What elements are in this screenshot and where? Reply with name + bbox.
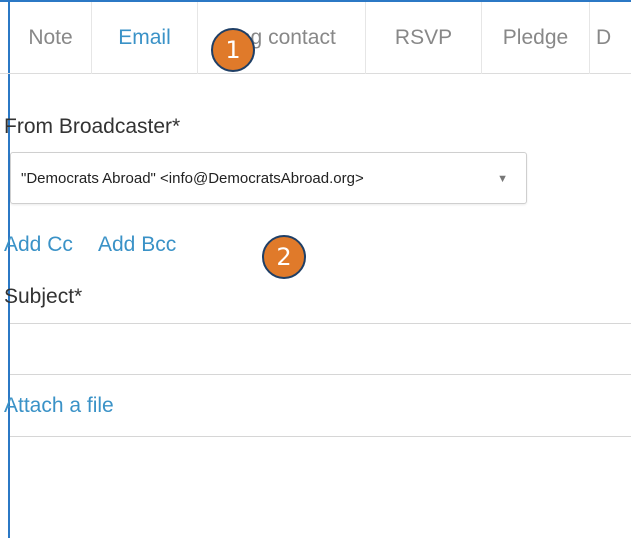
add-cc-link[interactable]: Add Cc (4, 233, 73, 257)
frame-left-border (8, 0, 10, 538)
from-broadcaster-value: "Democrats Abroad" <info@DemocratsAbroad… (21, 170, 364, 187)
tab-rsvp[interactable]: RSVP (366, 2, 482, 74)
from-broadcaster-label: From Broadcaster* (4, 115, 181, 138)
annotation-badge-1: 1 (211, 28, 255, 72)
from-broadcaster-select[interactable]: "Democrats Abroad" <info@DemocratsAbroad… (10, 152, 527, 204)
attach-file-link[interactable]: Attach a file (4, 394, 114, 418)
add-bcc-link[interactable]: Add Bcc (98, 233, 176, 257)
caret-down-icon: ▼ (497, 173, 508, 185)
email-composer-panel: Note Email Log contact RSVP Pledge D Fro… (0, 0, 631, 538)
annotation-badge-2: 2 (262, 235, 306, 279)
subject-label: Subject* (4, 285, 83, 308)
tab-more[interactable]: D (590, 2, 631, 74)
action-tabs: Note Email Log contact RSVP Pledge D (0, 2, 631, 74)
subject-input[interactable] (10, 323, 631, 375)
tab-note[interactable]: Note (10, 2, 92, 74)
tab-email[interactable]: Email (92, 2, 198, 74)
tab-pledge[interactable]: Pledge (482, 2, 590, 74)
